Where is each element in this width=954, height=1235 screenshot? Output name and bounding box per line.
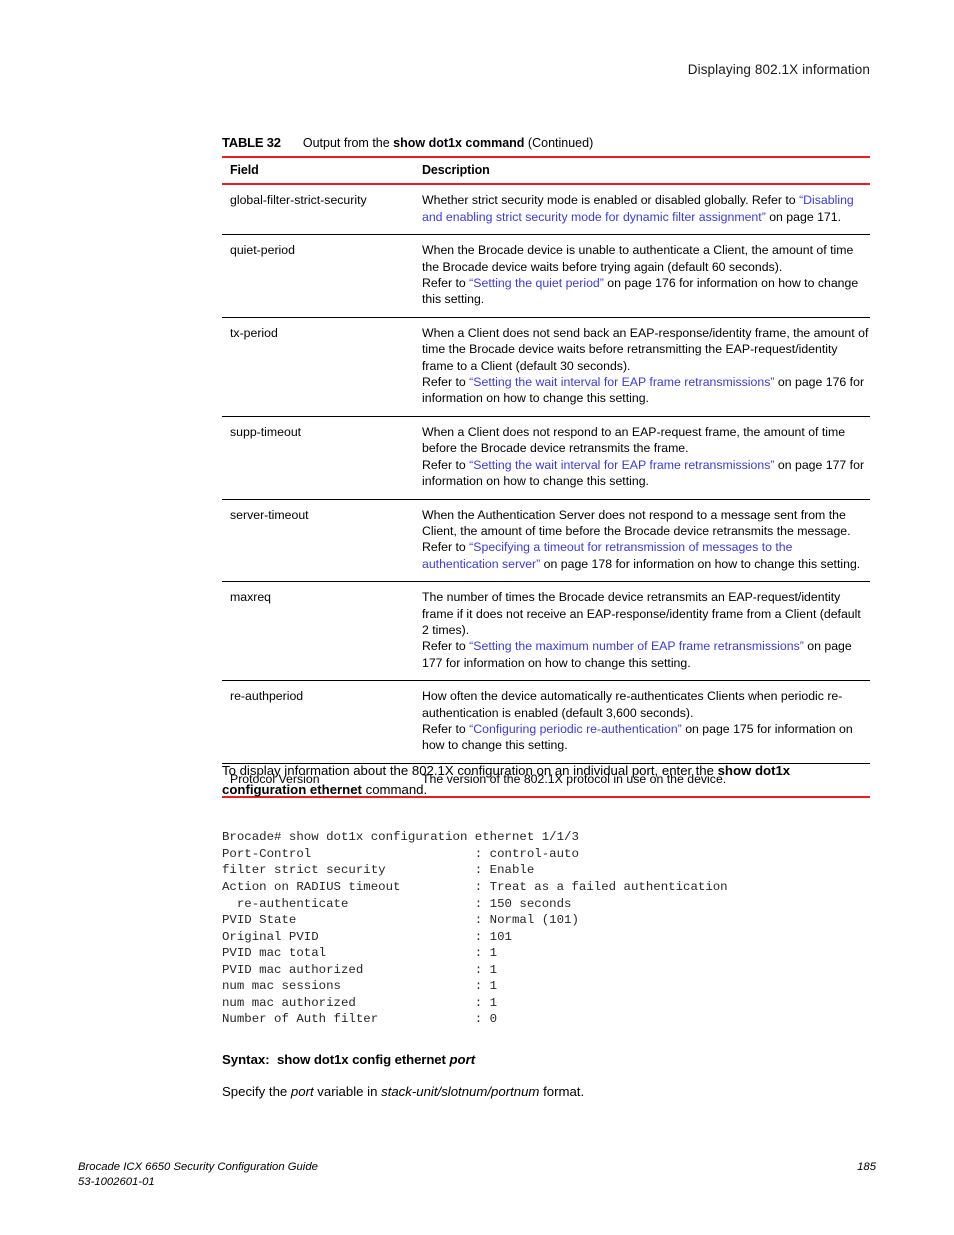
description-paragraph: Refer to “Setting the quiet period” on p… bbox=[422, 275, 870, 308]
syntax-line: Syntax: show dot1x config ethernet port bbox=[222, 1052, 870, 1067]
description-paragraph: When the Brocade device is unable to aut… bbox=[422, 243, 854, 274]
document-page: Displaying 802.1X information TABLE 32 Ou… bbox=[0, 0, 954, 1235]
cross-reference-link[interactable]: Setting the maximum number of EAP frame … bbox=[473, 639, 799, 653]
table-row: maxreq The number of times the Brocade d… bbox=[222, 581, 870, 682]
text-run: Refer to bbox=[422, 375, 470, 390]
description-paragraph: Refer to “Configuring periodic re-authen… bbox=[422, 721, 870, 754]
description-cell: When the Authentication Server does not … bbox=[412, 499, 870, 583]
description-paragraph: The number of times the Brocade device r… bbox=[422, 590, 861, 637]
description-paragraph: When a Client does not respond to an EAP… bbox=[422, 424, 846, 456]
table-label: TABLE 32 bbox=[222, 135, 281, 150]
description-paragraph: Whether strict security mode is enabled … bbox=[422, 192, 870, 225]
footer-guide-title: Brocade ICX 6650 Security Configuration … bbox=[78, 1161, 318, 1173]
text-run: on page 171. bbox=[765, 209, 842, 224]
table-row: global-filter-strict-security Whether st… bbox=[222, 184, 870, 236]
table-header-row: Field Description bbox=[222, 155, 870, 186]
text-run: Refer to bbox=[422, 721, 470, 736]
table-title-command: show dot1x command bbox=[393, 136, 525, 150]
port-format: stack-unit/slotnum/portnum bbox=[381, 1084, 540, 1099]
specify-paragraph: Specify the port variable in stack-unit/… bbox=[222, 1082, 870, 1101]
column-header-description: Description bbox=[412, 155, 870, 186]
cli-output-block: Brocade# show dot1x configuration ethern… bbox=[222, 830, 728, 1027]
text-run: Whether strict security mode is enabled … bbox=[422, 193, 800, 208]
table-title-prefix: Output from the bbox=[302, 136, 394, 150]
syntax-variable: port bbox=[449, 1052, 476, 1067]
footer-document-number: 53-1002601-01 bbox=[78, 1175, 155, 1188]
description-cell: When the Brocade device is unable to aut… bbox=[412, 234, 870, 318]
syntax-command: show dot1x config ethernet bbox=[276, 1052, 446, 1067]
footer-page-number: 185 bbox=[857, 1161, 876, 1173]
cross-reference-link[interactable]: Setting the wait interval for EAP frame … bbox=[473, 375, 770, 389]
description-paragraph: When a Client does not send back an EAP-… bbox=[422, 325, 869, 373]
field-cell: tx-period bbox=[222, 317, 412, 417]
description-paragraph: How often the device automatically re-au… bbox=[422, 689, 843, 720]
description-paragraph: Refer to “Specifying a timeout for retra… bbox=[422, 539, 870, 572]
running-header: Displaying 802.1X information bbox=[687, 62, 870, 77]
description-cell: Whether strict security mode is enabled … bbox=[412, 184, 870, 236]
text-run: Specify the bbox=[222, 1084, 291, 1099]
text-run: Refer to bbox=[422, 540, 470, 555]
description-paragraph: When the Authentication Server does not … bbox=[422, 507, 851, 538]
text-run: Refer to bbox=[422, 639, 470, 654]
field-cell: re-authperiod bbox=[222, 680, 412, 764]
field-cell: quiet-period bbox=[222, 234, 412, 318]
page-footer: Brocade ICX 6650 Security Configuration … bbox=[78, 1160, 876, 1189]
column-header-field: Field bbox=[222, 155, 412, 186]
text-run: To display information about the 802.1X … bbox=[222, 763, 718, 778]
port-variable: port bbox=[290, 1084, 314, 1099]
description-paragraph: Refer to “Setting the wait interval for … bbox=[422, 374, 870, 407]
description-paragraph: Refer to “Setting the wait interval for … bbox=[422, 457, 870, 490]
field-cell: maxreq bbox=[222, 581, 412, 682]
description-cell: When a Client does not send back an EAP-… bbox=[412, 317, 870, 417]
syntax-label: Syntax: bbox=[222, 1052, 270, 1067]
field-cell: supp-timeout bbox=[222, 416, 412, 500]
cross-reference-link[interactable]: Setting the wait interval for EAP frame … bbox=[473, 458, 770, 472]
description-cell: How often the device automatically re-au… bbox=[412, 680, 870, 764]
table-row: server-timeout When the Authentication S… bbox=[222, 499, 870, 583]
footer-left: Brocade ICX 6650 Security Configuration … bbox=[78, 1160, 318, 1189]
dot1x-output-table: Field Description global-filter-strict-s… bbox=[222, 155, 870, 799]
description-paragraph: Refer to “Setting the maximum number of … bbox=[422, 638, 870, 671]
table-row: supp-timeout When a Client does not resp… bbox=[222, 416, 870, 500]
table-caption: TABLE 32 Output from the show dot1x comma… bbox=[222, 135, 870, 150]
field-cell: server-timeout bbox=[222, 499, 412, 583]
text-run: command. bbox=[361, 782, 428, 797]
text-run: format. bbox=[539, 1084, 585, 1099]
table-title-suffix: (Continued) bbox=[524, 136, 594, 150]
intro-paragraph: To display information about the 802.1X … bbox=[222, 761, 870, 799]
field-cell: global-filter-strict-security bbox=[222, 184, 412, 236]
description-cell: When a Client does not respond to an EAP… bbox=[412, 416, 870, 500]
cross-reference-link[interactable]: Setting the quiet period bbox=[473, 276, 599, 290]
table-row: re-authperiod How often the device autom… bbox=[222, 680, 870, 764]
text-run: Refer to bbox=[422, 457, 470, 472]
cross-reference-link[interactable]: Configuring periodic re-authentication bbox=[473, 722, 677, 736]
table-row: quiet-period When the Brocade device is … bbox=[222, 234, 870, 318]
text-run: on page 178 for information on how to ch… bbox=[540, 556, 861, 571]
text-run: variable in bbox=[313, 1084, 382, 1099]
table-row: tx-period When a Client does not send ba… bbox=[222, 317, 870, 417]
text-run: Refer to bbox=[422, 276, 470, 291]
description-cell: The number of times the Brocade device r… bbox=[412, 581, 870, 682]
